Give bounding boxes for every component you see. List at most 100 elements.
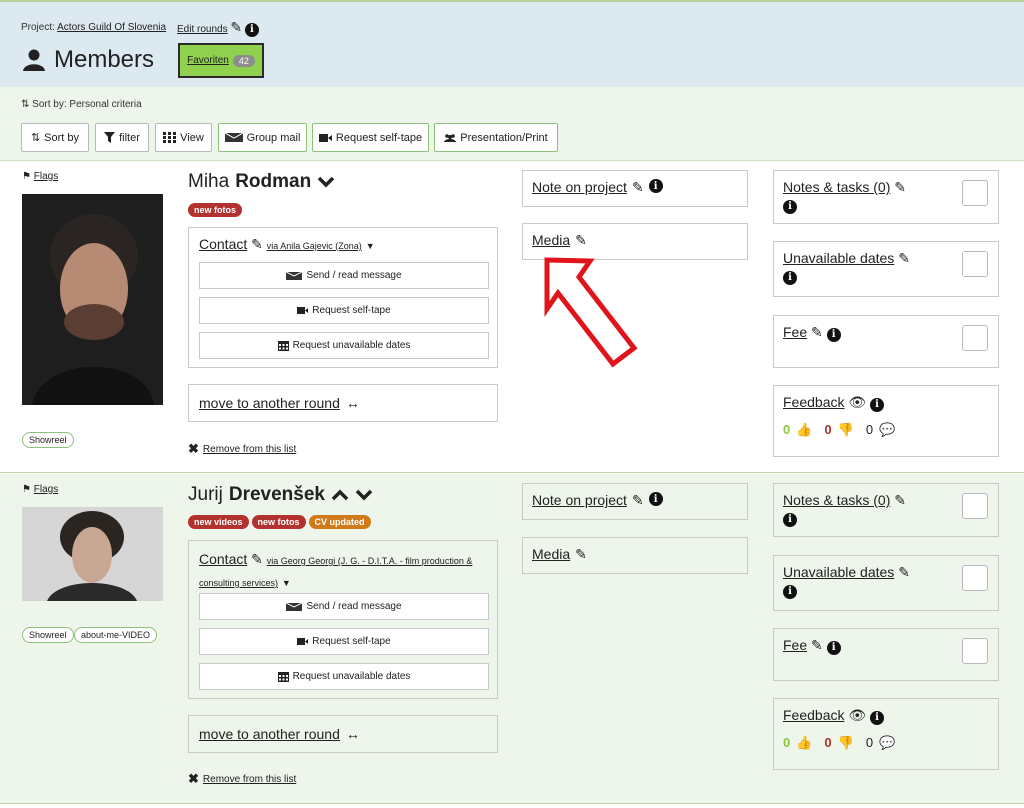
note-link[interactable]: Note on project — [532, 179, 627, 195]
pencil-icon[interactable]: ✎ — [575, 546, 587, 563]
info-icon[interactable]: i — [648, 179, 663, 193]
media-box: Media ✎ — [522, 537, 748, 574]
contact-via-link[interactable]: via Anila Gajevic (Zona) — [267, 241, 362, 251]
request-dates-button[interactable]: Request unavailable dates — [199, 332, 489, 359]
send-message-button[interactable]: Send / read message — [199, 593, 489, 620]
request-dates-button[interactable]: Request unavailable dates — [199, 663, 489, 690]
thumbs-down-icon[interactable]: 👎 — [838, 735, 854, 751]
media-link[interactable]: Media — [532, 232, 570, 248]
move-round-link[interactable]: move to another round — [199, 726, 340, 742]
pencil-icon[interactable]: ✎ — [894, 492, 906, 508]
pencil-icon[interactable]: ✎ — [575, 232, 587, 249]
pencil-icon[interactable]: ✎ — [898, 250, 910, 266]
move-round-link[interactable]: move to another round — [199, 395, 340, 411]
remove-link[interactable]: Remove from this list — [203, 774, 296, 785]
last-name: Drevenšek — [228, 484, 325, 505]
pencil-icon[interactable]: ✎ — [251, 236, 263, 252]
group-mail-button[interactable]: Group mail — [218, 123, 307, 152]
favoriten-tab[interactable]: Favoriten 42 — [178, 43, 264, 78]
unavailable-checkbox[interactable] — [962, 251, 988, 277]
fee-link[interactable]: Fee — [783, 637, 807, 653]
info-icon[interactable]: i — [870, 710, 885, 725]
unavailable-checkbox[interactable] — [962, 565, 988, 591]
info-icon[interactable]: i — [826, 640, 841, 655]
comments-icon[interactable]: 💬 — [879, 422, 895, 438]
fee-link[interactable]: Fee — [783, 324, 807, 340]
note-link[interactable]: Note on project — [532, 492, 627, 508]
showreel-tag[interactable]: Showreel — [22, 627, 74, 643]
fee-checkbox[interactable] — [962, 638, 988, 664]
thumbs-down-icon[interactable]: 👎 — [838, 422, 854, 438]
comments-icon[interactable]: 💬 — [879, 735, 895, 751]
notes-tasks-link[interactable]: Notes & tasks (0) — [783, 492, 890, 508]
request-self-tape-button[interactable]: Request self-tape — [312, 123, 429, 152]
info-icon[interactable]: i — [870, 397, 885, 412]
favoriten-label[interactable]: Favoriten — [187, 55, 229, 66]
fee-box: Fee ✎ i — [773, 315, 999, 368]
member-photo[interactable] — [22, 194, 163, 405]
pencil-icon[interactable]: ✎ — [898, 564, 910, 580]
info-icon[interactable]: i — [826, 327, 841, 342]
notes-tasks-checkbox[interactable] — [962, 493, 988, 519]
sort-by-button[interactable]: ⇅ Sort by — [21, 123, 89, 152]
chevron-down-icon[interactable] — [317, 176, 335, 188]
send-message-button[interactable]: Send / read message — [199, 262, 489, 289]
flags-link[interactable]: Flags — [34, 171, 58, 182]
last-name: Rodman — [235, 171, 312, 192]
feedback-link[interactable]: Feedback — [783, 394, 844, 410]
feedback-box: Feedback 👁 i 0 👍 0 👎 0 💬 — [773, 385, 999, 457]
move-round-box[interactable]: move to another round ↔ — [188, 715, 498, 753]
pencil-icon[interactable]: ✎ — [811, 324, 823, 340]
pencil-icon[interactable]: ✎ — [632, 179, 644, 196]
chevron-down-icon[interactable] — [355, 489, 373, 501]
unavailable-link[interactable]: Unavailable dates — [783, 250, 894, 266]
info-icon[interactable]: i — [783, 512, 797, 527]
view-button[interactable]: View — [155, 123, 212, 152]
showreel-tag[interactable]: Showreel — [22, 432, 74, 448]
remove-from-list[interactable]: ✖ Remove from this list — [188, 771, 296, 787]
move-round-box[interactable]: move to another round ↔ — [188, 384, 498, 422]
pencil-icon[interactable]: ✎ — [230, 19, 242, 35]
presentation-print-button[interactable]: Presentation/Print — [434, 123, 558, 152]
flags[interactable]: ⚑ Flags — [22, 484, 58, 495]
info-icon[interactable]: i — [783, 584, 797, 599]
filter-button[interactable]: filter — [95, 123, 149, 152]
thumbs-up-icon[interactable]: 👍 — [796, 735, 812, 751]
chevron-up-icon[interactable] — [331, 489, 349, 501]
thumbs-up-icon[interactable]: 👍 — [796, 422, 812, 438]
edit-rounds-link[interactable]: Edit rounds — [177, 24, 228, 35]
info-icon[interactable]: i — [648, 492, 663, 506]
pencil-icon[interactable]: ✎ — [811, 637, 823, 653]
flags-link[interactable]: Flags — [34, 484, 58, 495]
about-me-video-tag[interactable]: about-me-VIDEO — [74, 627, 158, 643]
info-icon[interactable]: i — [244, 22, 259, 37]
info-icon[interactable]: i — [783, 270, 797, 285]
pencil-icon[interactable]: ✎ — [632, 492, 644, 509]
eye-icon[interactable]: 👁 — [848, 394, 866, 410]
flags[interactable]: ⚑ Flags — [22, 171, 58, 182]
member-photo[interactable] — [22, 507, 163, 601]
project-link[interactable]: Actors Guild Of Slovenia — [57, 22, 166, 33]
chevron-down-icon[interactable]: ▼ — [282, 578, 291, 588]
notes-tasks-checkbox[interactable] — [962, 180, 988, 206]
contact-link[interactable]: Contact — [199, 236, 247, 252]
feedback-link[interactable]: Feedback — [783, 707, 844, 723]
pencil-icon[interactable]: ✎ — [894, 179, 906, 195]
comments-count: 0 — [865, 735, 874, 750]
arrows-horizontal-icon: ↔ — [345, 726, 360, 742]
info-icon[interactable]: i — [783, 199, 797, 214]
remove-from-list[interactable]: ✖ Remove from this list — [188, 441, 296, 457]
media-link[interactable]: Media — [532, 546, 570, 562]
request-self-tape-button[interactable]: Request self-tape — [199, 297, 489, 324]
chevron-down-icon[interactable]: ▼ — [366, 241, 375, 251]
contact-link[interactable]: Contact — [199, 551, 247, 567]
pencil-icon[interactable]: ✎ — [251, 551, 263, 567]
fee-checkbox[interactable] — [962, 325, 988, 351]
notes-tasks-link[interactable]: Notes & tasks (0) — [783, 179, 890, 195]
remove-link[interactable]: Remove from this list — [203, 444, 296, 455]
request-self-tape-button[interactable]: Request self-tape — [199, 628, 489, 655]
request-dates-label: Request unavailable dates — [292, 671, 411, 682]
unavailable-link[interactable]: Unavailable dates — [783, 564, 894, 580]
video-icon — [297, 307, 309, 314]
eye-icon[interactable]: 👁 — [848, 707, 866, 723]
